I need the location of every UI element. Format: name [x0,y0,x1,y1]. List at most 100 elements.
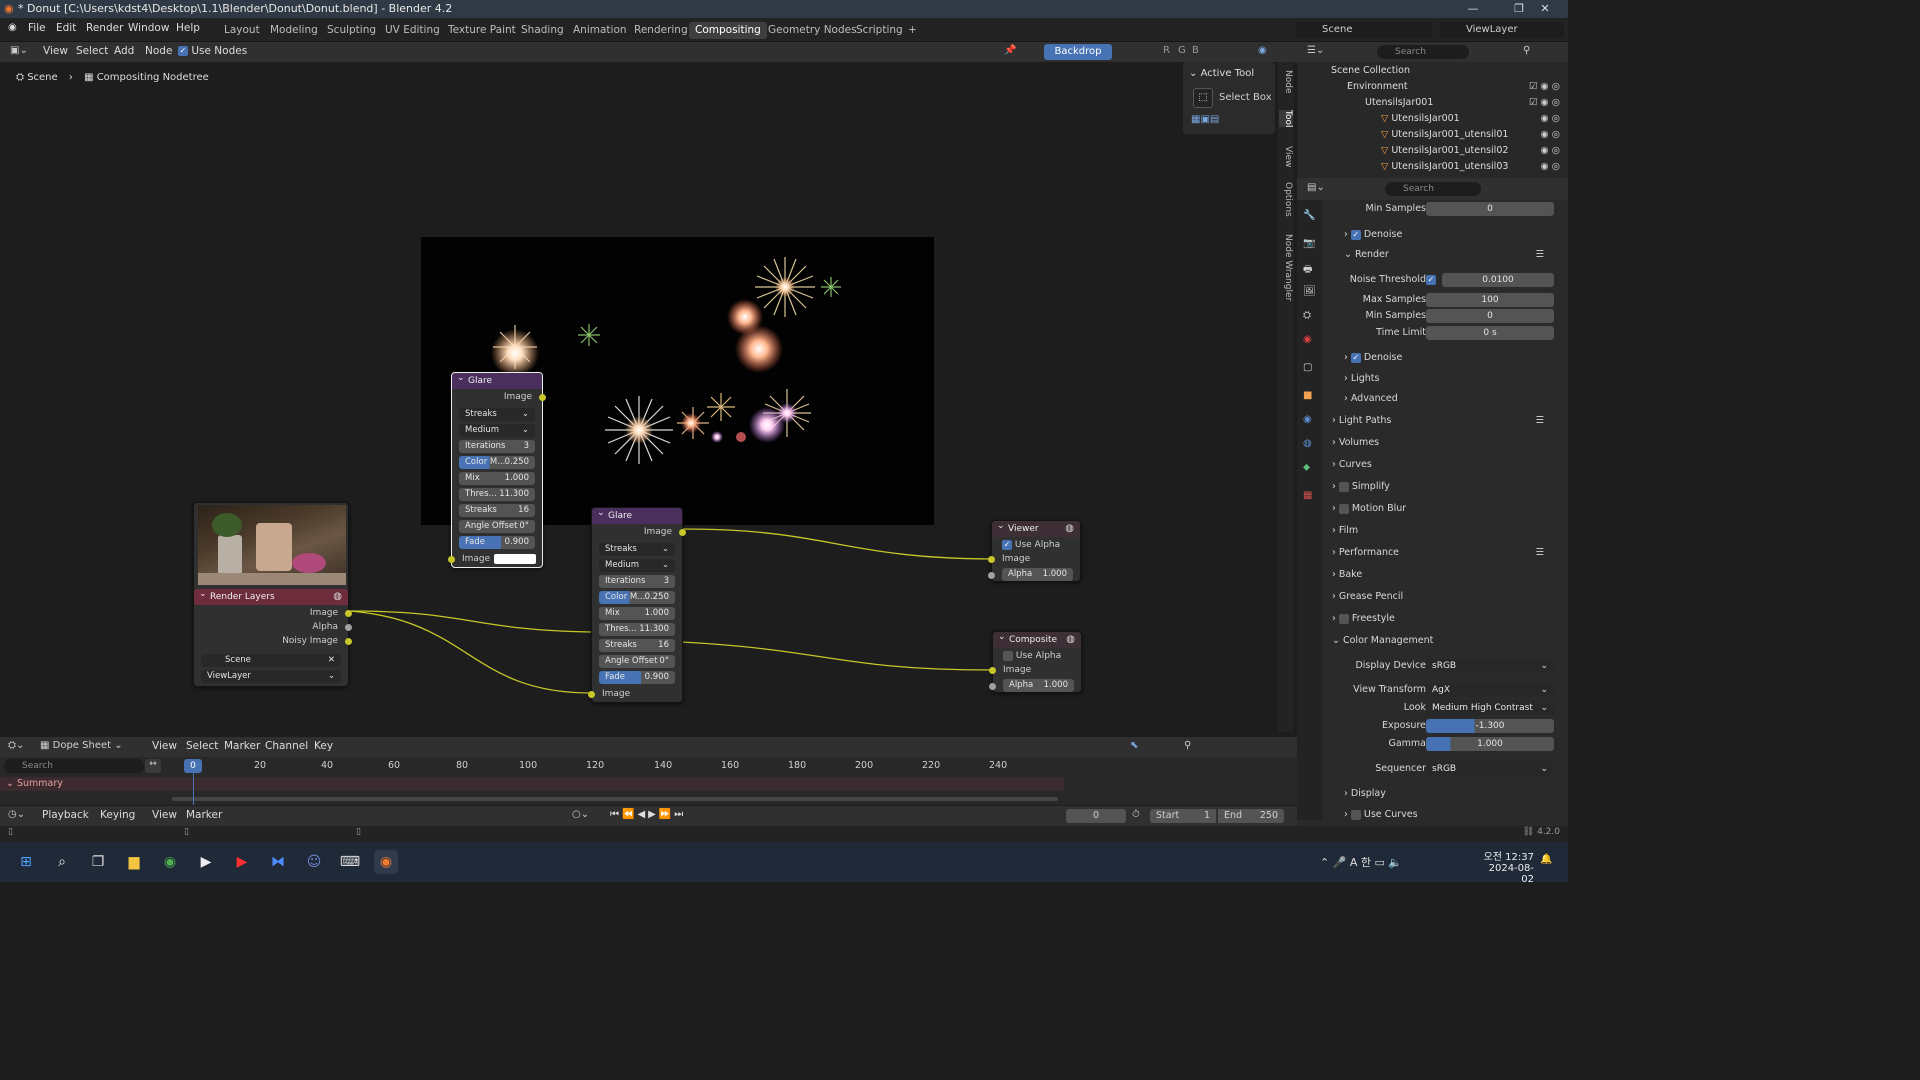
properties-type-icon[interactable]: ▤⌄ [1307,182,1325,193]
render-icon[interactable]: ◍ [333,591,342,602]
panel-bake[interactable]: › Bake [1330,566,1558,584]
fade-field[interactable]: Fade 0.900 [459,536,535,549]
clock[interactable]: 오전 12:37 2024-08-02 [1480,848,1534,885]
tab-view[interactable]: View [1279,146,1293,167]
close-button[interactable]: ✕ [1522,0,1568,18]
add-workspace-button[interactable]: + [902,22,923,39]
threshold-field[interactable]: Thres... 11.300 [599,623,675,636]
select-mode-icons[interactable]: ▦▣▤ [1191,114,1219,125]
quality-dropdown[interactable]: Medium ⌄ [459,424,535,437]
start-frame-field[interactable]: Start 1 [1150,809,1216,823]
search-icon[interactable]: ⌕ [50,850,74,874]
image-output-socket[interactable] [345,610,352,617]
discord-icon[interactable]: ☺ [302,850,326,874]
panel-volumes[interactable]: › Volumes [1330,434,1558,452]
tab-node[interactable]: Node [1279,70,1293,94]
menu-channel[interactable]: Channel [265,740,308,752]
outliner-type-icon[interactable]: ☰⌄ [1307,45,1324,56]
terminal-icon[interactable]: ⌨ [338,850,362,874]
outliner-row-scene-collection[interactable]: Scene Collection [1297,63,1568,79]
glare-node-selected[interactable]: Glare Image Streaks⌄ Medium⌄ Iterations3… [448,370,546,568]
menu-select[interactable]: Select [186,740,218,752]
iterations-field[interactable]: Iterations 3 [459,440,535,453]
outliner-row-jar-collection[interactable]: UtensilsJar001 ☑ ◉ ◎ [1297,95,1568,111]
scene-field[interactable]: Scene ✕ [201,654,341,667]
iterations-field[interactable]: Iterations 3 [599,575,675,588]
dopesheet-search[interactable]: Search [4,759,144,773]
panel-curves[interactable]: › Curves [1330,456,1558,474]
swap-icon[interactable]: ↔ [145,759,161,773]
dopesheet-area[interactable]: Search ↔ ⌄ Summary 0 20 40 60 80 100 120… [0,757,1297,805]
display-device-dropdown[interactable]: sRGB ⌄ [1426,659,1554,673]
channel-g[interactable]: G [1178,45,1186,56]
panel-film[interactable]: › Film [1330,522,1558,540]
panel-simplify[interactable]: › Simplify [1330,478,1558,496]
modifier-tab-icon[interactable]: ◉ [1303,414,1312,425]
prop-lights[interactable]: › Lights [1330,370,1558,388]
filter-icon[interactable]: ⚲ [1184,740,1191,751]
world-tab-icon[interactable]: ◉ [1303,334,1312,345]
color-modulation-field[interactable]: Color M... 0.250 [459,456,535,469]
notification-icon[interactable]: 🔔 [1540,854,1552,865]
data-tab-icon[interactable]: ⬥ [1303,462,1310,473]
output-socket[interactable] [679,529,686,536]
select-box-icon[interactable]: ⬚ [1193,88,1213,108]
view-transform-dropdown[interactable]: AgX ⌄ [1426,683,1554,697]
outliner-row-utensil01[interactable]: ▽ UtensilsJar001_utensil01 ◉ ◎ [1297,127,1568,143]
blender-menu-icon[interactable]: ◉ [8,22,17,33]
input-socket[interactable] [588,691,595,698]
render-tab-icon[interactable]: 📷 [1303,238,1315,249]
filter-icon[interactable]: ⚲ [1523,45,1530,56]
viewer-icon[interactable]: ◍ [1065,523,1074,534]
noisy-image-socket[interactable] [345,638,352,645]
prop-advanced[interactable]: › Advanced [1330,390,1558,408]
viewlayer-selector[interactable]: ViewLayer [1440,22,1564,38]
alpha-field[interactable]: Alpha 1.000 [1002,568,1073,581]
current-frame-indicator[interactable]: 0 [184,759,202,773]
object-tab-icon[interactable]: ■ [1303,390,1312,401]
tool-tab-icon[interactable]: 🔧 [1303,210,1315,221]
prop-render-section[interactable]: ⌄ Render ☰ [1330,246,1558,264]
output-socket[interactable] [539,394,546,401]
viewlayer-dropdown[interactable]: ViewLayer ⌄ [201,670,341,683]
dopesheet-mode-dropdown[interactable]: ▦ Dope Sheet ⌄ [40,740,140,751]
angle-offset-field[interactable]: Angle Offset 0° [599,655,675,668]
panel-grease-pencil[interactable]: › Grease Pencil [1330,588,1558,606]
tab-animation[interactable]: Animation [567,22,633,39]
file-explorer-icon[interactable]: ▆ [122,850,146,874]
outliner-row-utensil03[interactable]: ▽ UtensilsJar001_utensil03 ◉ ◎ [1297,159,1568,175]
menu-select[interactable]: Select [76,45,108,57]
outliner-row-jar[interactable]: ▽ UtensilsJar001 ◉ ◎ [1297,111,1568,127]
tab-sculpting[interactable]: Sculpting [321,22,382,39]
use-nodes-checkbox[interactable]: ✓ Use Nodes [178,45,247,57]
app-icon[interactable]: ⧓ [266,850,290,874]
image-input-socket[interactable] [989,667,996,674]
playback-controls[interactable]: ⏮⏪◀▶⏩⏭ [610,809,686,820]
streaks-field[interactable]: Streaks 16 [459,504,535,517]
prop-use-curves[interactable]: › Use Curves [1330,806,1558,824]
view-layer-tab-icon[interactable]: 🖼 [1303,286,1316,297]
overlay-icon[interactable]: ◉ [1258,45,1267,56]
menu-view[interactable]: View [152,809,177,821]
breadcrumb-tree[interactable]: Compositing Nodetree [97,72,209,83]
prop-denoise[interactable]: › ✓ Denoise [1330,226,1558,244]
exposure-slider[interactable]: -1.300 [1426,719,1554,733]
menu-keying[interactable]: Keying [100,809,135,821]
mix-field[interactable]: Mix 1.000 [459,472,535,485]
panel-light-paths[interactable]: › Light Paths ☰ [1330,412,1558,430]
menu-window[interactable]: Window [128,22,169,34]
alpha-input-socket[interactable] [988,572,995,579]
tab-node-wrangler[interactable]: Node Wrangler [1279,234,1293,301]
outliner-row-environment[interactable]: Environment ☑ ◉ ◎ [1297,79,1568,95]
chrome-icon[interactable]: ◉ [158,850,182,874]
glare-type-dropdown[interactable]: Streaks ⌄ [599,543,675,556]
outliner-search[interactable]: Search [1377,45,1469,59]
menu-marker[interactable]: Marker [186,809,222,821]
outliner-row-utensil02[interactable]: ▽ UtensilsJar001_utensil02 ◉ ◎ [1297,143,1568,159]
menu-file[interactable]: File [28,22,46,34]
menu-view[interactable]: View [152,740,177,752]
texture-tab-icon[interactable]: ▦ [1303,490,1312,501]
menu-node[interactable]: Node [145,45,172,57]
start-icon[interactable]: ⊞ [14,850,38,874]
constraint-tab-icon[interactable]: ◍ [1303,438,1312,449]
